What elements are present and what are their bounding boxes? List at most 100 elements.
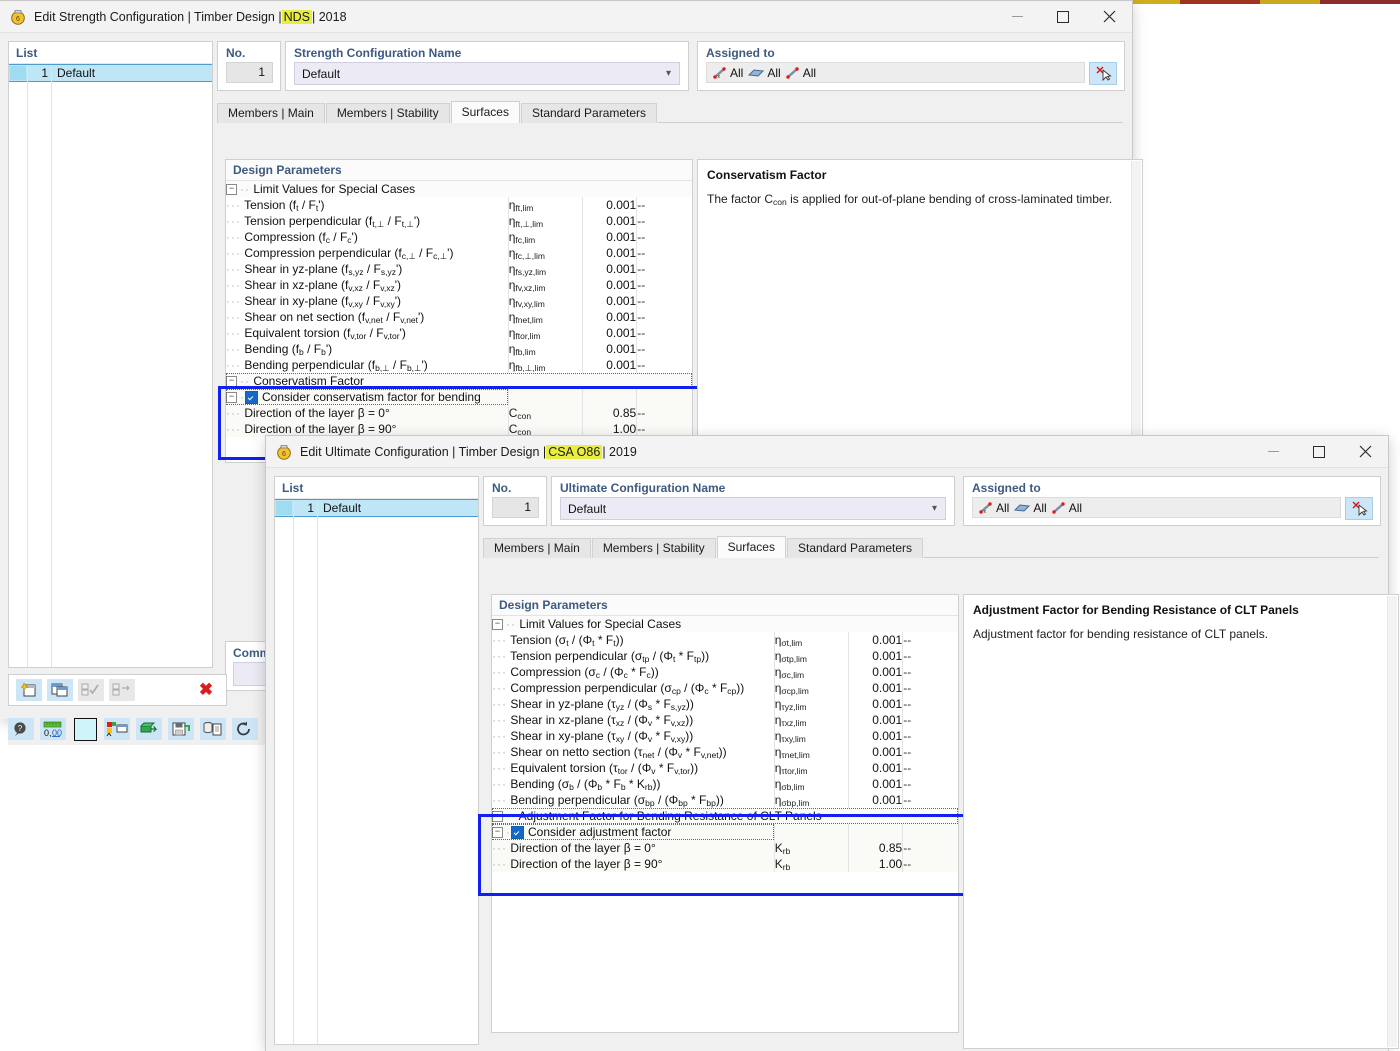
collapse-toggle-icon[interactable]: − [492, 810, 503, 822]
table-row[interactable]: ··· Bending perpendicular (fb,⊥ / Fb,⊥')… [226, 357, 692, 373]
tab-members-stability[interactable]: Members | Stability [325, 103, 450, 123]
collapse-toggle-icon[interactable]: − [226, 183, 237, 195]
assigned-item-members[interactable]: x All [713, 66, 743, 80]
database-report-icon[interactable] [200, 718, 226, 740]
consider-factor-label: Consider conservatism factor for bending [262, 389, 481, 404]
assigned-item-surfaces[interactable]: All [1014, 500, 1047, 515]
collapse-toggle-icon[interactable]: − [226, 391, 237, 403]
table-row[interactable]: ··· Shear in xy-plane (τxy / (Φv * Fv,xy… [492, 728, 958, 744]
table-row[interactable]: ··· Shear in yz-plane (fs,yz / Fs,yz') ηf… [226, 261, 692, 277]
window1-grid-table[interactable]: − ·· Limit Values for Special Cases ··· Te… [226, 181, 692, 437]
window1-list-toolbar[interactable]: ✖ [8, 674, 227, 706]
table-row[interactable]: ··· Shear in xz-plane (fv,xz / Fv,xz') ηf… [226, 277, 692, 293]
table-row[interactable]: ··· Direction of the layer β = 90° Ccon 1.… [226, 421, 692, 437]
window1-assigned-to-field[interactable]: x All All All [706, 62, 1085, 83]
collapse-toggle-icon[interactable]: − [226, 375, 237, 387]
collapse-toggle-icon[interactable]: − [492, 618, 503, 630]
tab-surfaces[interactable]: Surfaces [450, 101, 520, 123]
table-row[interactable]: ··· Tension perpendicular (ft,⊥ / Ft,⊥')… [226, 213, 692, 229]
table-row[interactable]: ··· Bending (fb / Fb') ηfb,lim 0.001 -- [226, 341, 692, 357]
window2-info-scrollbar[interactable] [1387, 596, 1397, 1047]
consider-factor-checkbox[interactable] [245, 390, 258, 404]
window1-controls[interactable] [994, 1, 1132, 32]
window2-design-parameters-grid[interactable]: Design Parameters − ·· Limit Values for S… [491, 594, 959, 1033]
import-icon[interactable] [136, 718, 162, 740]
list-item[interactable]: 1 Default [9, 64, 212, 82]
table-row[interactable]: ··· Shear in xy-plane (fv,xy / Fv,xy') ηf… [226, 293, 692, 309]
delete-red-x-icon[interactable]: ✖ [193, 679, 219, 701]
color-swatch-icon[interactable] [72, 717, 98, 741]
table-row[interactable]: ··· Compression perpendicular (fc,⊥ / Fc… [226, 245, 692, 261]
collapse-toggle-icon[interactable]: − [492, 826, 503, 838]
tab-standard-parameters[interactable]: Standard Parameters [786, 538, 924, 558]
table-row[interactable]: ··· Equivalent torsion (fv,tor / Fv,tor'… [226, 325, 692, 341]
table-row[interactable]: ··· Compression perpendicular (σcp / (Φc… [492, 680, 958, 696]
window2-tabs[interactable]: Members | Main Members | Stability Surfa… [483, 536, 1379, 558]
window1-deselect-button[interactable] [1089, 62, 1117, 85]
window2-titlebar[interactable]: 6 Edit Ultimate Configuration | Timber D… [266, 436, 1388, 468]
chevron-down-icon[interactable]: ▾ [666, 68, 671, 79]
table-row[interactable]: ··· Compression (σc / (Φc * Fc)) ησc,lim 0… [492, 664, 958, 680]
display-properties-icon[interactable] [104, 718, 130, 740]
table-row[interactable]: ··· Shear on net section (fv,net / Fv,ne… [226, 309, 692, 325]
assigned-item-surfaces-label: All [1033, 500, 1047, 515]
window1-tabs[interactable]: Members | Main Members | Stability Surfa… [217, 101, 1123, 123]
list-item[interactable]: 1 Default [275, 499, 478, 517]
window2-config-name-combobox[interactable]: Default ▾ [560, 497, 946, 520]
assigned-item-lines[interactable]: All [1051, 501, 1082, 515]
window1-bottom-toolbar[interactable]: ? 0, 00 [8, 713, 268, 745]
window1-list-panel[interactable]: List 1 Default [8, 41, 213, 668]
table-row[interactable]: ··· Shear in xz-plane (τxz / (Φv * Fv,xz… [492, 712, 958, 728]
table-row[interactable]: ··· Shear in yz-plane (τyz / (Φs * Fs,yz… [492, 696, 958, 712]
tab-members-main[interactable]: Members | Main [217, 103, 325, 123]
window1-info-scrollbar[interactable] [1131, 161, 1141, 477]
help-icon[interactable]: ? [8, 718, 34, 740]
window1-design-parameters-grid[interactable]: Design Parameters − ·· Limit Values for S… [225, 159, 693, 463]
table-row[interactable]: ··· Tension (σt / (Φt * Ft)) ησt,lim 0.001… [492, 632, 958, 648]
window1-minimize-button[interactable] [994, 1, 1040, 32]
checkbox-row[interactable]: − · Consider conservatism factor for bendi… [226, 389, 692, 405]
reset-icon[interactable] [232, 718, 258, 740]
window2-assigned-to-field[interactable]: x All All All [972, 497, 1341, 518]
table-row[interactable]: ··· Bending (σb / (Φb * Fb * Krb)) ησb,li… [492, 776, 958, 792]
window2-list-panel[interactable]: List 1 Default [274, 476, 479, 1045]
table-row[interactable]: ··· Tension (ft / Ft') ηft,lim 0.001 -- [226, 197, 692, 213]
consider-factor-checkbox[interactable] [511, 825, 524, 839]
assigned-item-surfaces[interactable]: All [748, 66, 781, 80]
window2-deselect-button[interactable] [1345, 497, 1373, 520]
grid-group-row-2[interactable]: − ·· Conservatism Factor [226, 373, 692, 389]
grid-group-row[interactable]: − ·· Limit Values for Special Cases [492, 616, 958, 632]
window2-grid-table[interactable]: − ·· Limit Values for Special Cases ··· Te… [492, 616, 958, 872]
assigned-item-members[interactable]: x All [979, 501, 1009, 515]
grid-group-row[interactable]: − ·· Limit Values for Special Cases [226, 181, 692, 197]
chevron-down-icon[interactable]: ▾ [932, 503, 937, 514]
table-row[interactable]: ··· Bending perpendicular (σbp / (Φbp * … [492, 792, 958, 808]
tab-standard-parameters[interactable]: Standard Parameters [520, 103, 658, 123]
tab-members-stability[interactable]: Members | Stability [591, 538, 716, 558]
table-row[interactable]: ··· Compression (fc / Fc') ηfc,lim 0.001 -- [226, 229, 692, 245]
units-icon[interactable]: 0, 00 [40, 718, 66, 740]
checkbox-row[interactable]: − · Consider adjustment factor [492, 824, 958, 840]
table-row[interactable]: ··· Shear on netto section (τnet / (Φv *… [492, 744, 958, 760]
new-item-icon[interactable] [16, 679, 42, 701]
window2-maximize-button[interactable] [1296, 436, 1342, 467]
window2-controls[interactable] [1250, 436, 1388, 467]
table-row[interactable]: ··· Direction of the layer β = 90° Krb 1.0… [492, 856, 958, 872]
window1-maximize-button[interactable] [1040, 1, 1086, 32]
table-row[interactable]: ··· Equivalent torsion (τtor / (Φv * Fv,… [492, 760, 958, 776]
grid-group-row-2[interactable]: − ·· Adjustment Factor for Bending Resist… [492, 808, 958, 824]
table-row[interactable]: ··· Direction of the layer β = 0° Ccon 0.8… [226, 405, 692, 421]
tab-members-main[interactable]: Members | Main [483, 538, 591, 558]
window2-close-button[interactable] [1342, 436, 1388, 467]
assigned-item-lines[interactable]: All [785, 66, 816, 80]
save-icon[interactable] [168, 718, 194, 740]
window2-minimize-button[interactable] [1250, 436, 1296, 467]
table-row[interactable]: ··· Tension perpendicular (σtp / (Φt * F… [492, 648, 958, 664]
window1-close-button[interactable] [1086, 1, 1132, 32]
window1-config-name-combobox[interactable]: Default ▾ [294, 62, 680, 85]
window1-titlebar[interactable]: 6 Edit Strength Configuration | Timber D… [0, 1, 1132, 33]
edit-ultimate-configuration-window[interactable]: 6 Edit Ultimate Configuration | Timber D… [266, 436, 1399, 1051]
tab-surfaces[interactable]: Surfaces [716, 536, 786, 558]
table-row[interactable]: ··· Direction of the layer β = 0° Krb 0.85… [492, 840, 958, 856]
copy-item-icon[interactable] [47, 679, 73, 701]
